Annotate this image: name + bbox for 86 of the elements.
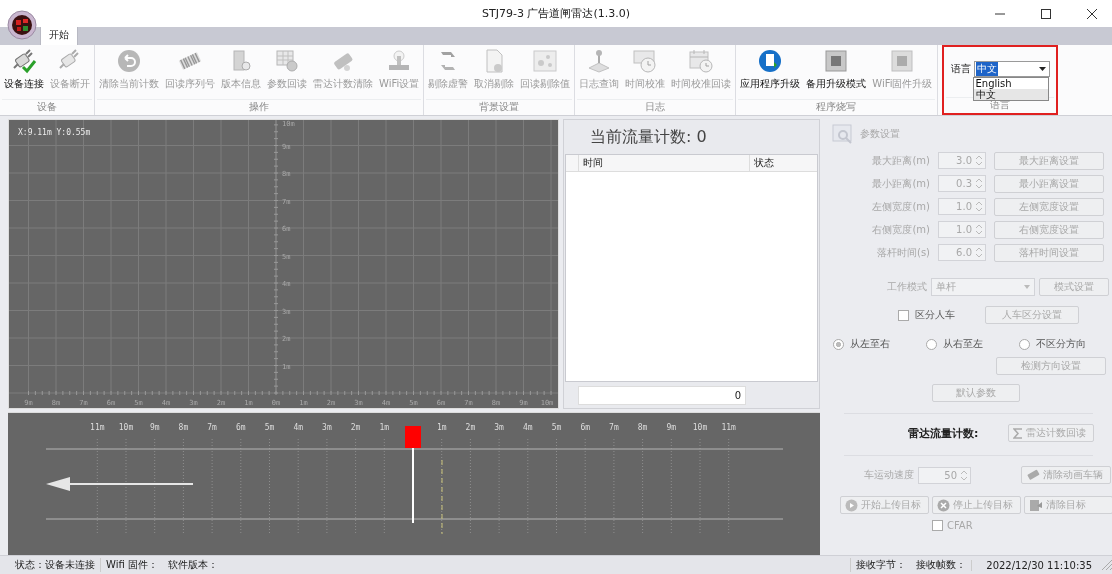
radar-count-label: 雷达流量计数: (908, 425, 979, 441)
distance-label: 1m (436, 423, 447, 433)
maximize-button[interactable] (1040, 8, 1052, 20)
distance-label: 9m (149, 423, 160, 433)
distance-label: 4m (523, 423, 533, 433)
field-label: 左侧宽度(m) (871, 199, 930, 214)
language-option[interactable]: English (973, 78, 1048, 90)
caret-icon (1038, 67, 1046, 72)
ribbon-button[interactable]: 设备连接 (2, 48, 46, 100)
distance-label: 1m (379, 423, 390, 433)
distance-label: 5m (264, 423, 275, 433)
plug-icon (11, 48, 37, 75)
language-option[interactable]: 中文 (973, 89, 1048, 101)
column-header[interactable]: 时间 (579, 155, 750, 172)
radio-label: 从左至右 (850, 337, 890, 352)
distance-label: 9m (666, 423, 677, 433)
spin-arrows-icon (976, 224, 982, 236)
flow-count-title: 当前流量计数: 0 (589, 126, 708, 149)
field-label: 落杆时间(s) (876, 245, 930, 260)
chip-icon (823, 48, 850, 75)
language-label: 语言 (950, 62, 971, 77)
window-title: STJ79-3 广告道闸雷达(1.3.0) (482, 6, 630, 22)
group-label: 设备 (2, 99, 92, 116)
eraser-icon (1026, 469, 1040, 482)
status-text: 状态：设备未连接 (10, 558, 101, 573)
distance-label: 6m (236, 423, 246, 433)
resize-grip-icon[interactable] (1102, 560, 1112, 571)
distance-label: 2m (465, 423, 476, 433)
distance-label: 5m (551, 423, 562, 433)
radar-marker (405, 426, 421, 449)
cancel-icon (937, 498, 950, 512)
calendar-icon (688, 48, 715, 75)
distance-label: 7m (609, 423, 619, 433)
status-text: 接收帧数： (915, 558, 968, 573)
distance-label: 8m (637, 423, 648, 433)
caret-icon (1024, 285, 1030, 290)
distance-label: 10m (118, 423, 134, 433)
checkbox-label: CFAR (947, 520, 973, 532)
status-text: Wifi 固件： (105, 558, 159, 573)
language-select[interactable]: 中文 (973, 61, 1050, 78)
chip-icon (889, 48, 916, 75)
undo-icon (116, 48, 142, 75)
dots-icon (532, 48, 559, 75)
field-label: 工作模式 (886, 280, 927, 295)
settings-icon (832, 123, 854, 146)
play-icon (845, 498, 858, 512)
distance-label: 7m (207, 423, 217, 433)
spin-arrows-icon (976, 201, 982, 213)
distance-label: 10m (692, 423, 708, 433)
close-button[interactable] (1086, 8, 1098, 20)
group-label: 背景设置 (426, 99, 573, 116)
distance-label: 6m (580, 423, 590, 433)
field-label: 右侧宽度(m) (871, 222, 930, 237)
ribbon-button[interactable]: 备用升级模式 (804, 48, 869, 100)
table-gear-icon (274, 48, 300, 75)
distance-label: 3m (494, 423, 504, 433)
column-header[interactable]: 状态 (750, 155, 774, 172)
status-text: 软件版本： (166, 558, 219, 573)
ribbon-tab[interactable]: 开始 (40, 25, 78, 46)
spin-arrows-icon (976, 178, 982, 190)
spin-arrows-icon (961, 469, 967, 481)
spin-arrows-icon (976, 155, 982, 167)
distance-label: 4m (293, 423, 303, 433)
spin-arrows-icon (976, 247, 982, 259)
field-label: 车运动速度 (864, 468, 914, 483)
distance-label: 11m (90, 423, 105, 433)
radio-label: 从右至左 (943, 337, 983, 352)
total-field: 0 (578, 385, 746, 405)
field-label: 最小距离(m) (871, 176, 930, 191)
distance-label: 8m (178, 423, 189, 433)
sigma-icon (1013, 427, 1024, 439)
status-text: 2022/12/30 11:10:35 (971, 559, 1102, 571)
group-label: 操作 (97, 99, 422, 116)
clock-icon (632, 48, 659, 75)
globe-icon (757, 48, 784, 75)
checkbox-label: 区分人车 (915, 308, 955, 323)
distance-label: 3m (322, 423, 332, 433)
radio-label: 不区分方向 (1036, 337, 1086, 352)
cursor-coordinates: X:9.11m Y:0.55m (18, 128, 91, 138)
status-text: 接收字节： (850, 558, 912, 573)
ribbon-button[interactable]: 应用程序升级 (738, 48, 803, 100)
group-label: 日志 (577, 99, 734, 116)
distance-label: 2m (350, 423, 361, 433)
field-label: 最大距离(m) (871, 153, 930, 168)
group-label: 程序烧写 (738, 99, 935, 116)
distance-label: 11m (721, 423, 736, 433)
